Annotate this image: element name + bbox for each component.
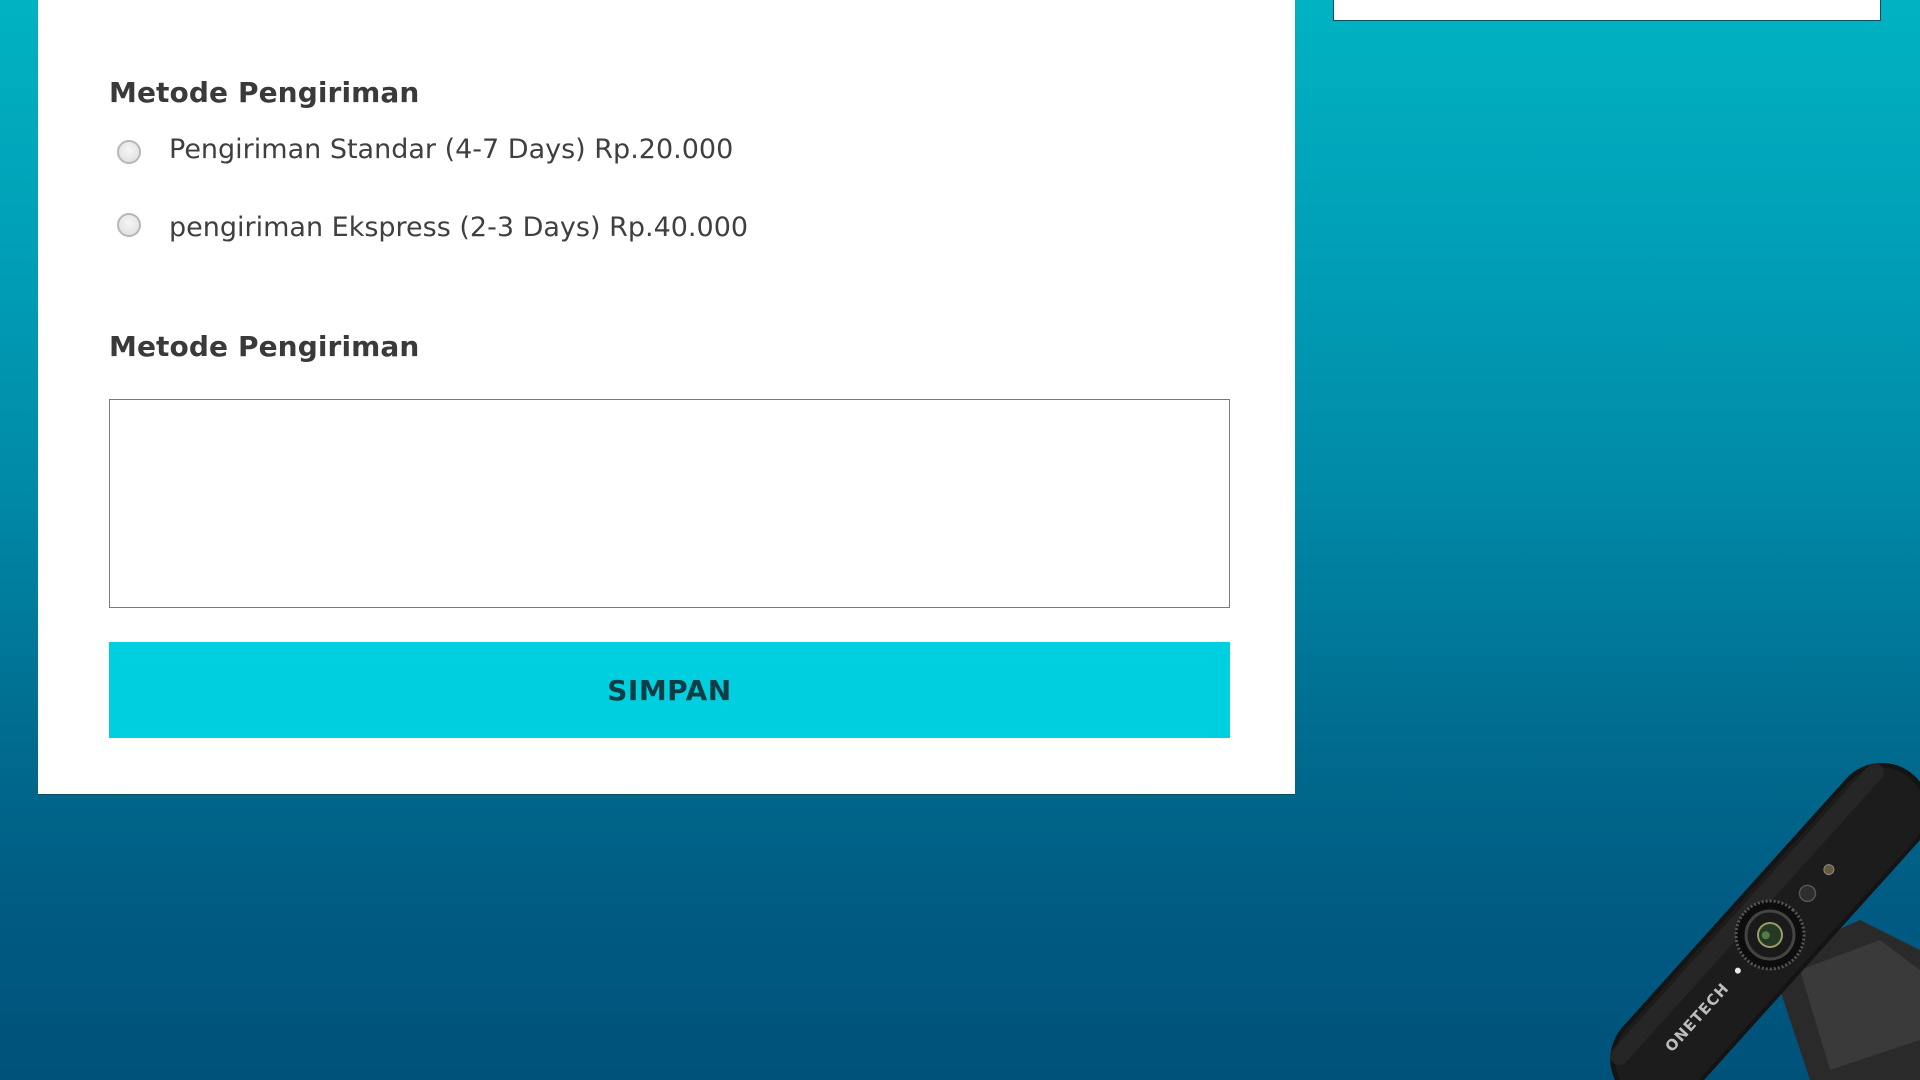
webcam-product-image: ONETECH: [1560, 740, 1920, 1080]
shipping-option-express-label: pengiriman Ekspress (2-3 Days) Rp.40.000: [169, 212, 749, 243]
checkout-form-panel: Metode Pengiriman Pengiriman Standar (4-…: [38, 0, 1295, 795]
radio-button-express[interactable]: [117, 212, 141, 237]
shipping-option-express[interactable]: pengiriman Ekspress (2-3 Days) Rp.40.000: [117, 212, 748, 243]
shipping-method-heading: Metode Pengiriman: [109, 76, 420, 109]
notes-textarea[interactable]: [109, 399, 1230, 608]
notes-heading: Metode Pengiriman: [109, 330, 420, 363]
radio-button-standard[interactable]: [117, 139, 141, 164]
shipping-option-standard-label: Pengiriman Standar (4-7 Days) Rp.20.000: [169, 134, 734, 165]
side-summary-card: [1333, 0, 1881, 21]
shipping-option-standard[interactable]: Pengiriman Standar (4-7 Days) Rp.20.000: [117, 134, 733, 165]
save-button[interactable]: SIMPAN: [109, 642, 1230, 738]
